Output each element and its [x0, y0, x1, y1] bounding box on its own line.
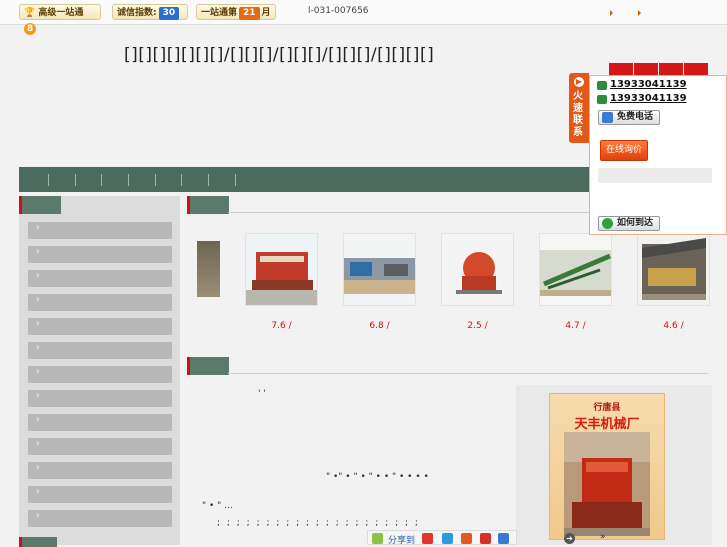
- premium-badge[interactable]: 🏆 高级一站通 8: [19, 4, 101, 35]
- inquiry-button[interactable]: 在线询价: [600, 140, 648, 161]
- article-text: ; ; ; ; ; ; ; ; ; ; ; ; ; ; ; ; ; ; ; ; …: [217, 518, 420, 528]
- product-price: 7.6 /: [271, 321, 292, 331]
- ad-county: 行唐县: [593, 403, 621, 413]
- trophy-icon: 🏆: [24, 8, 36, 18]
- header-tab-1[interactable]: [609, 63, 633, 75]
- section-divider: [228, 373, 708, 374]
- sidebar-item[interactable]: [28, 486, 172, 503]
- article-text: " • " …: [202, 501, 234, 511]
- arrow-right-icon[interactable]: [610, 10, 613, 16]
- sidebar-item[interactable]: [28, 462, 172, 479]
- tencent-weibo-icon[interactable]: [498, 533, 509, 544]
- share-plus-icon[interactable]: [372, 533, 383, 544]
- header-tab-3[interactable]: [659, 63, 683, 75]
- weibo-icon[interactable]: [422, 533, 433, 544]
- article-text: " •" • " • " • • " • • • •: [326, 472, 429, 482]
- globe-icon: [602, 218, 613, 229]
- nav-item[interactable]: [128, 174, 129, 186]
- nav-item[interactable]: [75, 174, 76, 186]
- sidebar-heading-2: [19, 537, 57, 547]
- nav-item[interactable]: [48, 174, 49, 186]
- sidebar-item[interactable]: [28, 414, 172, 431]
- sidebar-item[interactable]: [28, 294, 172, 311]
- product-price: 4.7 /: [565, 321, 586, 331]
- quick-contact-tab[interactable]: ▶ 火速联系: [569, 73, 589, 143]
- product-photo: [638, 234, 709, 305]
- product-image[interactable]: [637, 233, 710, 306]
- credit-index-badge[interactable]: 诚信指数: 30: [112, 4, 188, 20]
- main-nav: [19, 167, 593, 192]
- company-title: [][][][][][][]/[][][]/[][][]/[][][]/[][]…: [124, 45, 435, 65]
- contact-phone-1[interactable]: 13933041139: [610, 79, 687, 90]
- top-phone-number: l-031-007656: [308, 6, 369, 16]
- nav-item[interactable]: [181, 174, 182, 186]
- product-photo: [540, 234, 611, 305]
- sidebar-item[interactable]: [28, 390, 172, 407]
- sidebar-item[interactable]: [28, 222, 172, 239]
- company-ad-image[interactable]: 行唐县 天丰机械厂: [549, 393, 665, 540]
- play-icon: ▶: [574, 77, 584, 87]
- quick-contact-label: 火速联系: [573, 91, 583, 138]
- sidebar-item[interactable]: [28, 438, 172, 455]
- product-image[interactable]: [343, 233, 416, 306]
- company-intro-heading: [187, 357, 229, 375]
- kaixin-icon[interactable]: [480, 533, 491, 544]
- contact-phone-2[interactable]: 13933041139: [610, 93, 687, 104]
- message-field[interactable]: [598, 168, 712, 183]
- product-photo: [246, 234, 317, 305]
- sidebar-item[interactable]: [28, 246, 172, 263]
- machine-photo: [564, 432, 650, 536]
- product-price: 4.6 /: [663, 321, 684, 331]
- product-photo: [442, 234, 513, 305]
- product-image[interactable]: [245, 233, 318, 306]
- arrow-right-icon[interactable]: [638, 10, 641, 16]
- sidebar-item[interactable]: [28, 318, 172, 335]
- directions-button[interactable]: 如何到达: [598, 216, 660, 231]
- renren-icon[interactable]: [461, 533, 472, 544]
- sidebar-item[interactable]: [28, 510, 172, 527]
- free-call-button[interactable]: 免费电话: [598, 110, 660, 125]
- telephone-icon: [602, 112, 613, 123]
- nav-item[interactable]: [235, 174, 236, 186]
- arrow-right-circle-icon[interactable]: ➔: [564, 533, 575, 544]
- share-label[interactable]: 分享到: [388, 533, 415, 546]
- nav-item[interactable]: [208, 174, 209, 186]
- product-photo: [344, 234, 415, 305]
- sidebar-item[interactable]: [28, 270, 172, 287]
- product-image-partial[interactable]: [197, 241, 220, 297]
- product-image[interactable]: [539, 233, 612, 306]
- product-image[interactable]: [441, 233, 514, 306]
- products-heading: [187, 196, 229, 214]
- header-tab-4[interactable]: [684, 63, 708, 75]
- nav-item[interactable]: [155, 174, 156, 186]
- sidebar-item[interactable]: [28, 366, 172, 383]
- article-text: ' ': [258, 389, 266, 399]
- next-arrows[interactable]: »: [600, 532, 606, 542]
- product-price: 2.5 /: [467, 321, 488, 331]
- qzone-icon[interactable]: [442, 533, 453, 544]
- header-tab-2[interactable]: [634, 63, 658, 75]
- sidebar-heading: [19, 196, 61, 214]
- ad-company-name: 天丰机械厂: [574, 417, 640, 432]
- phone-icon: [597, 81, 607, 90]
- sidebar-item[interactable]: [28, 342, 172, 359]
- nav-item[interactable]: [101, 174, 102, 186]
- product-price: 6.8 /: [369, 321, 390, 331]
- membership-years-badge[interactable]: 一站通第 21 月: [196, 4, 276, 20]
- level-badge: 8: [24, 23, 37, 35]
- phone-icon: [597, 95, 607, 104]
